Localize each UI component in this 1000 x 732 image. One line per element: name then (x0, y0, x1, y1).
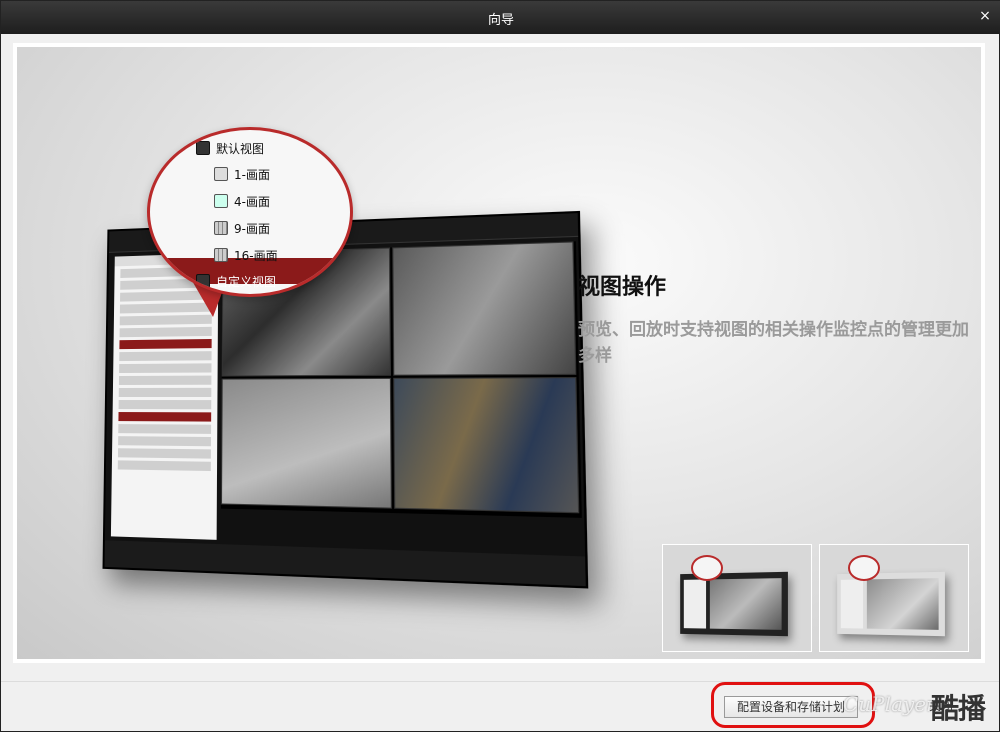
slide-frame: 默认视图 1-画面 4-画面 9-画面 16-画面 自定义视图 视图操作 预览、… (13, 43, 985, 663)
callout-item-label: 自定义视图 (216, 273, 276, 290)
layout-4-icon (214, 194, 228, 208)
layout-1-icon (214, 167, 228, 181)
callout-item-label: 默认视图 (216, 140, 264, 157)
slide-heading: 视图操作 (578, 269, 666, 301)
callout-item-layout-1: 1-画面 (214, 164, 270, 184)
callout-item-label: 9-画面 (234, 220, 270, 237)
callout-item-label: 4-画面 (234, 193, 270, 210)
callout-item-label: 1-画面 (234, 166, 270, 183)
default-view-icon (196, 141, 210, 155)
callout-item-layout-16: 16-画面 (214, 245, 278, 265)
watermark-logo: CuPlayer (843, 692, 936, 716)
layout-16-icon (214, 248, 228, 262)
callout-item-label: 16-画面 (234, 247, 278, 264)
view-menu-callout: 默认视图 1-画面 4-画面 9-画面 16-画面 自定义视图 (147, 127, 353, 297)
slide-thumb-playback[interactable] (819, 544, 969, 652)
camera-tile (392, 241, 576, 375)
title-bar: 向导 × (1, 1, 1000, 34)
slide-description: 预览、回放时支持视图的相关操作监控点的管理更加多样 (578, 317, 978, 369)
close-icon[interactable]: × (977, 8, 993, 24)
callout-item-layout-4: 4-画面 (214, 191, 270, 211)
client-statusbar (105, 540, 586, 586)
callout-item-default-view: 默认视图 (196, 138, 264, 158)
camera-tile (221, 378, 392, 509)
slide-thumb-view-ops[interactable] (662, 544, 812, 652)
layout-9-icon (214, 221, 228, 235)
config-device-storage-button[interactable]: 配置设备和存储计划 (724, 696, 858, 718)
watermark-logo-cn: 酷播 (931, 687, 985, 727)
custom-view-icon (196, 274, 210, 288)
wizard-window: 向导 × 默认视图 1-画面 4-画面 9-画面 16-画面 自定义视图 视图操… (0, 0, 1000, 732)
callout-item-layout-9: 9-画面 (214, 218, 270, 238)
callout-item-custom-view: 自定义视图 (196, 271, 276, 291)
footer-bar: 配置设备和存储计划 CuPlayer 关闭 酷播 (1, 681, 999, 731)
slide-view: 默认视图 1-画面 4-画面 9-画面 16-画面 自定义视图 视图操作 预览、… (17, 47, 981, 659)
camera-tile (393, 377, 579, 513)
window-title: 向导 (1, 9, 1000, 28)
